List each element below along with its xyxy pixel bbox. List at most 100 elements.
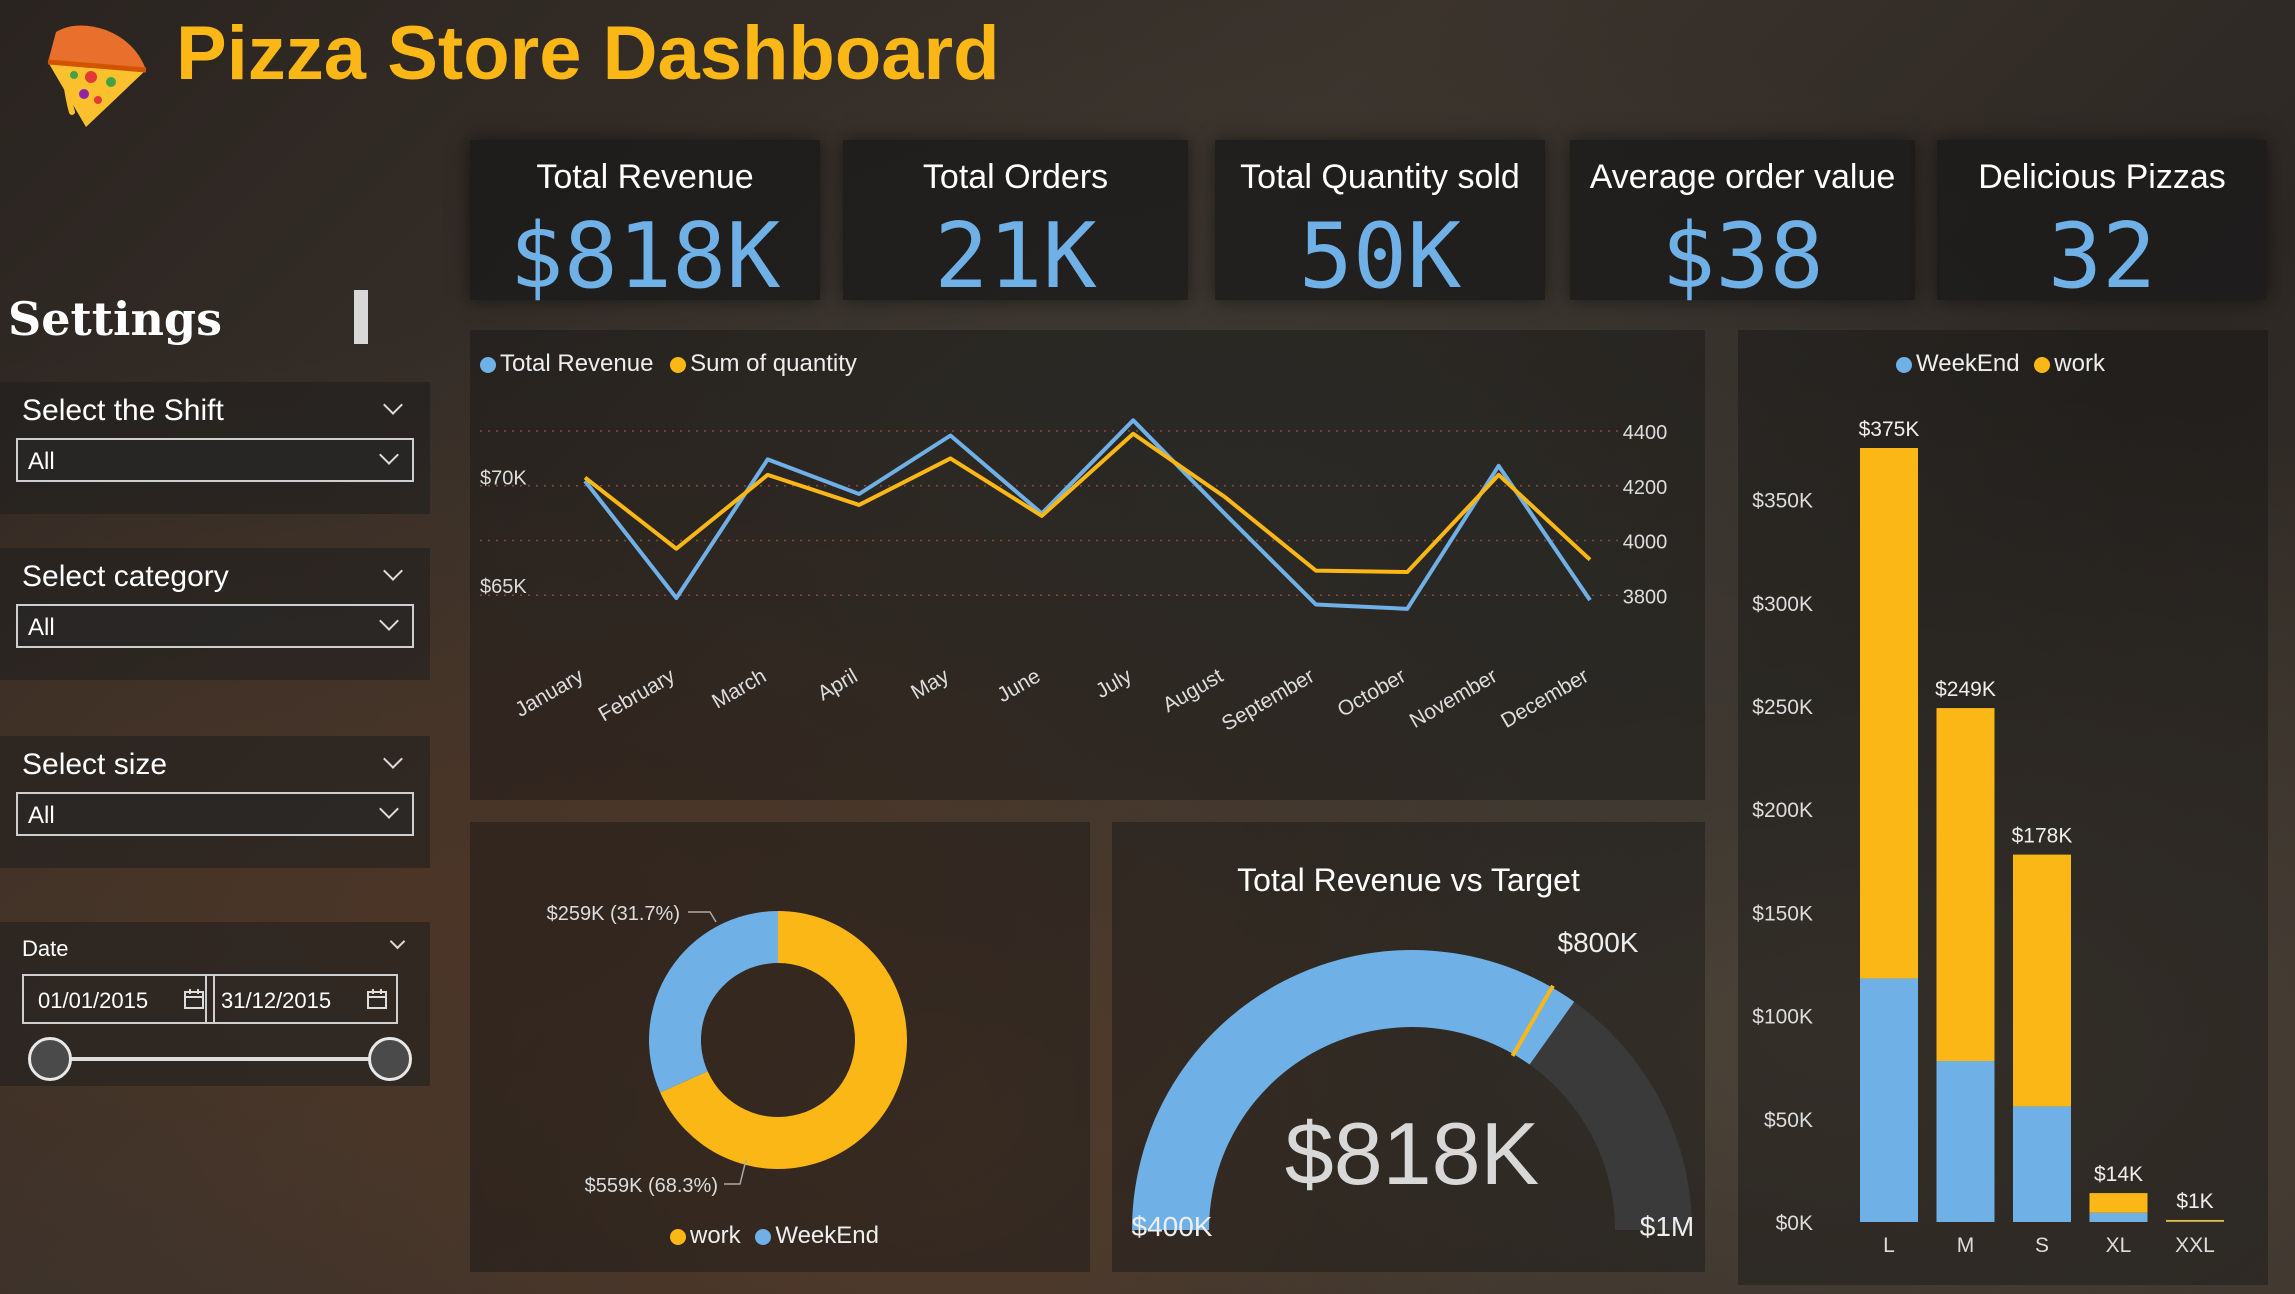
chevron-down-icon[interactable] <box>383 395 403 415</box>
date-label: Date <box>22 936 69 961</box>
end-date-input[interactable]: 31/12/2015 <box>205 974 398 1024</box>
x-tick-label: June <box>993 664 1044 707</box>
donut-legend: work WeekEnd <box>670 1222 879 1250</box>
series-line-sum-of-quantity <box>583 431 1592 574</box>
calendar-icon[interactable] <box>366 988 388 1010</box>
revenue-quantity-line-chart: Total Revenue Sum of quantity 3800 4000 42… <box>470 330 1705 800</box>
dropdown-value: All <box>28 802 55 829</box>
dropdown-value: All <box>28 448 55 475</box>
page-title: Pizza Store Dashboard <box>176 11 1000 96</box>
bar-segment-work <box>2166 1219 2224 1222</box>
date-range-start-handle[interactable] <box>28 1037 72 1081</box>
bar-total-label: $178K <box>2012 825 2073 848</box>
x-tick-label: XL <box>2106 1234 2132 1257</box>
x-tick-label: October <box>1334 664 1410 721</box>
y-tick-label: $300K <box>1752 593 1813 616</box>
start-date-value: 01/01/2015 <box>38 988 149 1013</box>
legend-dot-yellow <box>670 1228 686 1245</box>
x-tick-label: November <box>1406 664 1501 732</box>
bar-total-label: $249K <box>1935 678 1996 701</box>
header: Pizza Store Dashboard <box>0 0 2295 127</box>
y-tick-label: $250K <box>1752 696 1813 719</box>
kpi-value: $818K <box>509 204 781 309</box>
bar-segment-work <box>2089 1193 2148 1213</box>
x-tick-label: September <box>1218 664 1318 735</box>
chevron-down-icon <box>379 445 399 465</box>
start-date-input[interactable]: 01/01/2015 <box>22 974 215 1024</box>
slicer-label: Select the Shift <box>22 394 224 427</box>
x-tick-label: January <box>511 664 588 722</box>
kpi-label: Total Quantity sold <box>1240 158 1520 196</box>
y-tick-label: $350K <box>1752 490 1813 513</box>
gauge-svg: $800K $818K $400K $1M <box>1132 927 1695 1242</box>
donut-chart-svg: $259K (31.7%) $559K (68.3%) <box>547 903 907 1197</box>
size-slicer: Select size All <box>0 736 430 868</box>
chevron-down-icon[interactable] <box>383 561 403 581</box>
shift-donut-chart: $259K (31.7%) $559K (68.3%) work WeekEnd <box>470 822 1090 1272</box>
bar-segment-weekend <box>2013 1106 2071 1222</box>
bar-total-label: $14K <box>2094 1163 2143 1186</box>
slice-label: $559K (68.3%) <box>585 1175 718 1197</box>
gauge-max-label: $1M <box>1640 1211 1694 1242</box>
y-left-tick-label: $70K <box>480 468 527 490</box>
legend-label: WeekEnd <box>775 1222 879 1249</box>
chevron-down-icon[interactable] <box>383 749 403 769</box>
bar-total-label: $1K <box>2176 1190 2213 1213</box>
x-tick-label: L <box>1883 1234 1895 1257</box>
x-tick-label: M <box>1957 1234 1975 1257</box>
x-tick-label: April <box>814 664 862 705</box>
x-tick-label: December <box>1497 664 1592 732</box>
category-dropdown[interactable]: All <box>16 604 414 648</box>
revenue-target-gauge: Total Revenue vs Target $800K $818K $400K $… <box>1112 822 1705 1272</box>
bar-segment-work <box>1860 448 1918 979</box>
slicer-label: Select size <box>22 748 168 781</box>
y-right-tick-label: 4400 <box>1623 422 1668 444</box>
y-tick-label: $100K <box>1752 1006 1813 1029</box>
x-tick-label: February <box>595 664 680 726</box>
kpi-value: $38 <box>1661 204 1824 309</box>
kpi-total-orders: Total Orders 21K <box>843 140 1188 309</box>
date-slicer: Date 01/01/2015 31/12/2015 <box>0 922 430 1086</box>
pizza-slice-icon <box>47 25 147 127</box>
dropdown-value: All <box>28 614 55 641</box>
kpi-label: Total Orders <box>922 158 1109 196</box>
end-date-value: 31/12/2015 <box>221 988 332 1013</box>
line-chart-svg: 3800 4000 4200 4400 $65K $70K January February M… <box>480 418 1668 736</box>
series-line-total-revenue <box>583 418 1592 611</box>
calendar-icon[interactable] <box>183 988 205 1010</box>
legend-dot-blue <box>755 1228 772 1245</box>
kpi-total-quantity: Total Quantity sold 50K <box>1215 140 1545 309</box>
date-range-track[interactable] <box>50 1057 390 1061</box>
shift-dropdown[interactable]: All <box>16 438 414 482</box>
x-tick-label: XXL <box>2175 1234 2215 1257</box>
bar-segment-weekend <box>2166 1221 2224 1222</box>
size-dropdown[interactable]: All <box>16 792 414 836</box>
x-tick-label: March <box>708 664 770 713</box>
settings-title: Settings <box>8 292 222 346</box>
y-tick-label: $0K <box>1776 1212 1813 1235</box>
gauge-min-label: $400K <box>1132 1211 1213 1242</box>
bar-segment-work <box>2013 854 2071 1107</box>
kpi-average-order-value: Average order value $38 <box>1570 140 1915 309</box>
y-right-tick-label: 3800 <box>1623 586 1668 608</box>
bar-segment-weekend <box>1936 1061 1995 1222</box>
chevron-down-icon <box>379 799 399 819</box>
shift-slicer: Select the Shift All <box>0 382 430 514</box>
size-stacked-bar-chart: WeekEnd work $0K $50K $100K $150K $200K $250K… <box>1738 330 2268 1285</box>
gauge-target-label: $800K <box>1558 927 1639 958</box>
y-tick-label: $50K <box>1764 1109 1813 1132</box>
kpi-label: Average order value <box>1589 158 1896 196</box>
y-tick-label: $200K <box>1752 799 1813 822</box>
kpi-label: Delicious Pizzas <box>1978 158 2226 196</box>
y-tick-label: $150K <box>1752 902 1813 925</box>
kpi-label: Total Revenue <box>536 158 754 196</box>
date-range-end-handle[interactable] <box>368 1037 412 1081</box>
chevron-down-icon <box>379 611 399 631</box>
chevron-down-icon[interactable] <box>389 933 406 950</box>
settings-toggle[interactable] <box>354 290 368 344</box>
y-right-tick-label: 4000 <box>1623 532 1668 554</box>
kpi-delicious-pizzas: Delicious Pizzas 32 <box>1937 140 2267 309</box>
slice-label: $259K (31.7%) <box>547 903 680 925</box>
bar-segment-work <box>1936 708 1995 1062</box>
leader-line <box>688 911 717 923</box>
